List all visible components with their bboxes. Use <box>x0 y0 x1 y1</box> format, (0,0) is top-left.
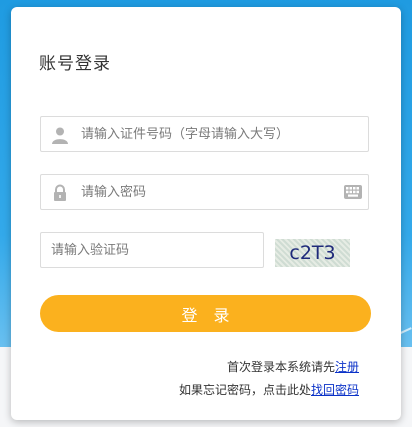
password-input[interactable] <box>81 175 341 209</box>
login-title: 账号登录 <box>39 54 111 74</box>
register-link[interactable]: 注册 <box>335 360 359 374</box>
captcha-image[interactable]: c2T3 <box>275 239 350 267</box>
forgot-prefix: 如果忘记密码，点击此处 <box>178 383 311 397</box>
login-card: 账号登录 c2T3 登录 首次登 <box>11 7 401 420</box>
keyboard-icon[interactable] <box>344 185 362 199</box>
login-button[interactable]: 登录 <box>40 295 371 332</box>
password-field[interactable] <box>40 174 369 210</box>
captcha-input[interactable] <box>51 233 251 267</box>
register-prefix: 首次登录本系统请先 <box>226 360 335 374</box>
register-hint: 首次登录本系统请先注册 <box>227 358 359 375</box>
captcha-field[interactable] <box>40 232 264 268</box>
username-input[interactable] <box>81 117 341 151</box>
user-icon <box>52 127 68 144</box>
lock-icon <box>54 184 66 201</box>
username-field[interactable] <box>40 116 369 152</box>
forgot-password-link[interactable]: 找回密码 <box>311 383 359 397</box>
forgot-password-hint: 如果忘记密码，点击此处找回密码 <box>179 381 359 398</box>
